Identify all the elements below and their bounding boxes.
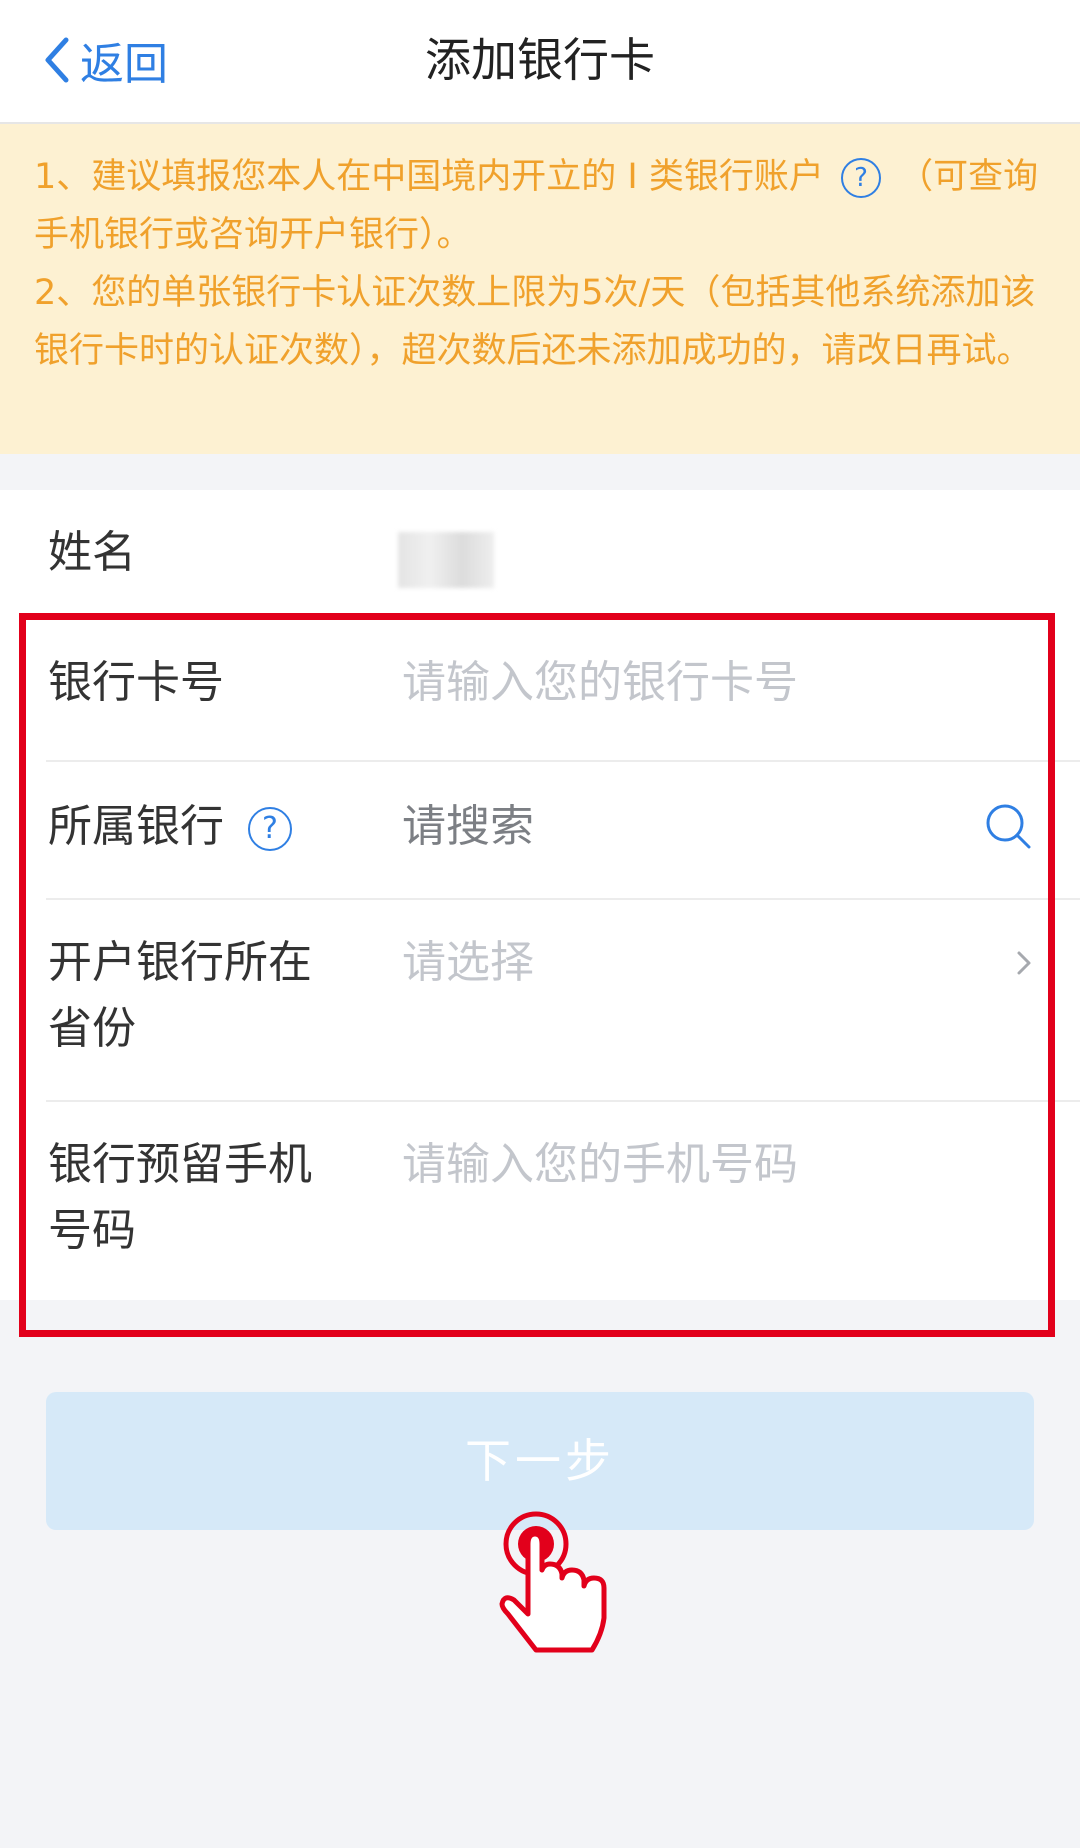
- page-title: 添加银行卡: [425, 33, 655, 87]
- card-number-field[interactable]: 银行卡号 请输入您的银行卡号: [0, 614, 1080, 750]
- card-number-input[interactable]: 请输入您的银行卡号: [402, 650, 798, 716]
- phone-field[interactable]: 银行预留手机 号码 请输入您的手机号码: [0, 1102, 1080, 1300]
- phone-input[interactable]: 请输入您的手机号码: [402, 1132, 798, 1198]
- phone-label-line2: 号码: [48, 1205, 136, 1256]
- chevron-right-icon: [1017, 951, 1031, 975]
- help-icon[interactable]: ?: [248, 807, 292, 851]
- top-bar: 返回 添加银行卡: [0, 0, 1080, 124]
- notice-item-1-text: 1、建议填报您本人在中国境内开立的 I 类银行账户: [34, 157, 824, 197]
- card-number-label: 银行卡号: [48, 657, 224, 708]
- search-icon[interactable]: [984, 802, 1032, 850]
- province-select[interactable]: 请选择: [402, 930, 534, 996]
- province-field[interactable]: 开户银行所在 省份 请选择: [0, 900, 1080, 1100]
- name-label: 姓名: [48, 527, 136, 578]
- bank-card-form: 姓名 银行卡号 请输入您的银行卡号 所属银行 ? 请搜索 开户银行所在 省份 请…: [0, 490, 1080, 1300]
- bank-field[interactable]: 所属银行 ? 请搜索: [0, 762, 1080, 896]
- bank-label-text: 所属银行: [48, 801, 224, 852]
- phone-label-line1: 银行预留手机: [48, 1139, 312, 1190]
- bank-label: 所属银行 ?: [48, 794, 292, 860]
- notice-banner: 1、建议填报您本人在中国境内开立的 I 类银行账户 ? （可查询手机银行或咨询开…: [0, 124, 1080, 454]
- province-label-line2: 省份: [48, 1003, 136, 1054]
- notice-item-1: 1、建议填报您本人在中国境内开立的 I 类银行账户 ? （可查询手机银行或咨询开…: [34, 148, 1046, 264]
- name-row: 姓名: [0, 490, 1080, 614]
- tap-hand-icon: [499, 1511, 607, 1653]
- bank-search-input[interactable]: 请搜索: [402, 794, 534, 860]
- notice-item-2: 2、您的单张银行卡认证次数上限为5次/天（包括其他系统添加该银行卡时的认证次数）…: [34, 273, 1036, 371]
- name-value-blurred: [398, 532, 494, 588]
- help-icon[interactable]: ?: [840, 158, 881, 198]
- province-label: 开户银行所在 省份: [48, 930, 312, 1062]
- phone-label: 银行预留手机 号码: [48, 1132, 312, 1264]
- province-label-line1: 开户银行所在: [48, 937, 312, 988]
